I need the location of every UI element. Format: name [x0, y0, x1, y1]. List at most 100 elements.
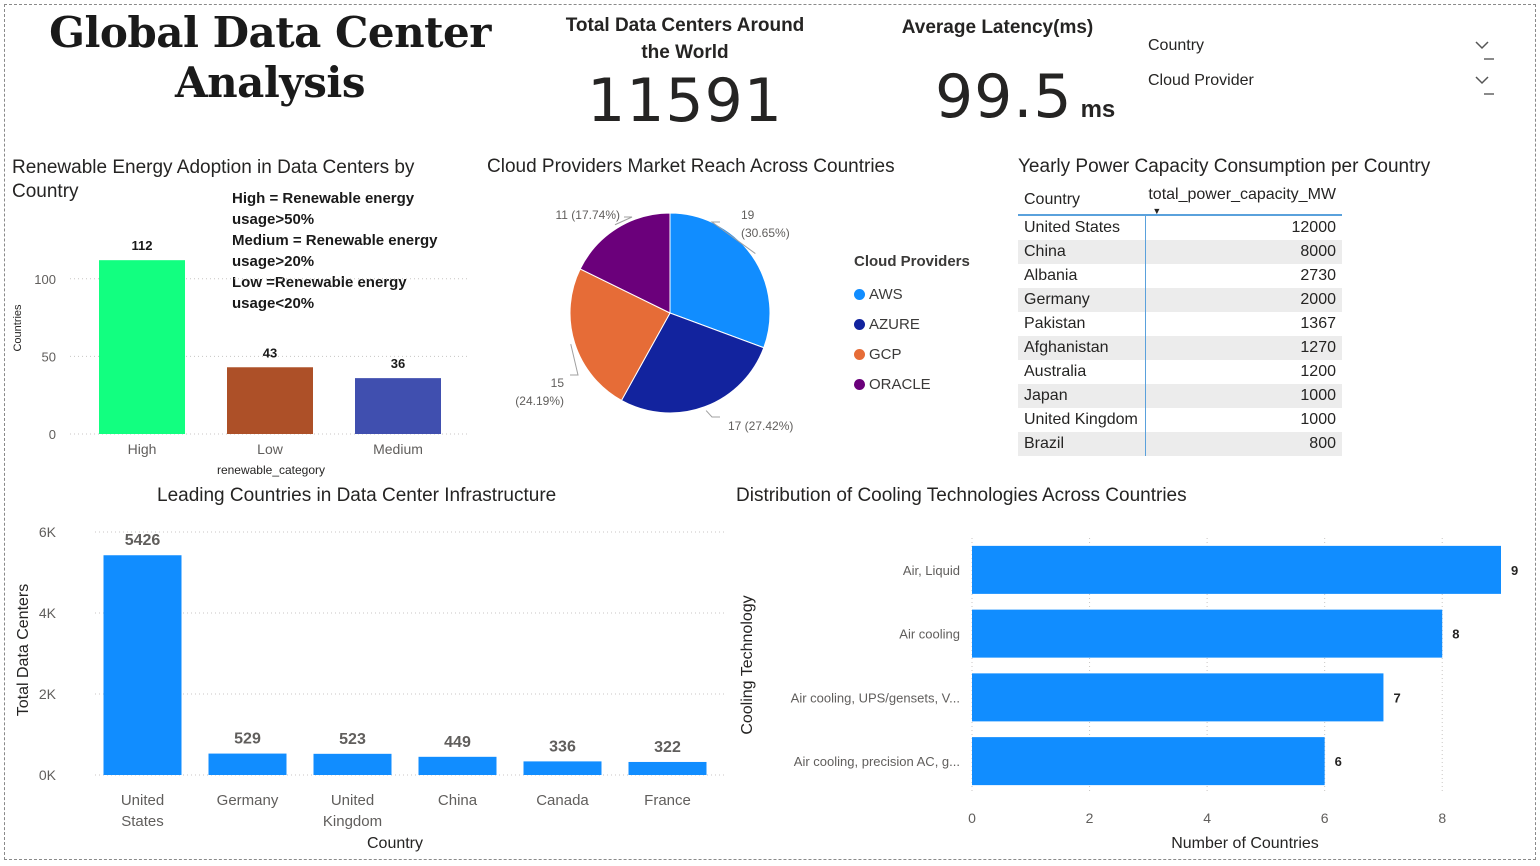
- providers-legend: Cloud Providers AWS AZURE GCP ORACLE: [854, 253, 970, 399]
- cooling-technology-bar-chart[interactable]: 0 2 4 6 8 9 Air, Liquid 8 Air cooling 7 Air coolin…: [730, 510, 1530, 860]
- x-tick-label: 4: [1203, 810, 1211, 826]
- total-data-centers-value: 11591: [587, 66, 783, 136]
- cell-country: United Kingdom: [1018, 408, 1146, 432]
- bar-canada[interactable]: [523, 761, 602, 775]
- column-header-country[interactable]: Country: [1018, 186, 1142, 214]
- x-axis-label: renewable_category: [217, 463, 325, 477]
- y-tick-label: 50: [42, 349, 56, 364]
- x-tick-label: United Kingdom: [323, 792, 382, 830]
- bar-france[interactable]: [628, 761, 707, 775]
- cloud-provider-slicer-label: Cloud Provider: [1148, 72, 1254, 89]
- column-header-power-label: total_power_capacity_MW: [1148, 186, 1336, 203]
- table-row[interactable]: Pakistan 1367: [1018, 312, 1342, 336]
- x-tick-label: Low: [257, 441, 284, 457]
- bar-medium[interactable]: [355, 378, 441, 434]
- legend-item-oracle[interactable]: ORACLE: [854, 369, 970, 399]
- x-tick-label: Medium: [373, 441, 423, 457]
- bar-cooling-3[interactable]: [972, 737, 1325, 786]
- average-latency-unit: ms: [1080, 96, 1116, 123]
- cell-country: United States: [1018, 216, 1146, 240]
- legend-item-aws[interactable]: AWS: [854, 279, 970, 309]
- leading-countries-bar-chart[interactable]: 0K 2K 4K 6K 5426 United States 529 Germany 523 Uni…: [0, 510, 740, 860]
- y-axis-label: Total Data Centers: [15, 584, 32, 717]
- slicer-underline: [1484, 58, 1494, 60]
- cell-country: Australia: [1018, 360, 1146, 384]
- bar-cooling-2[interactable]: [972, 673, 1384, 722]
- sort-descending-icon[interactable]: ▼: [1152, 206, 1161, 216]
- cell-country: Japan: [1018, 384, 1146, 408]
- cell-country: Afghanistan: [1018, 336, 1146, 360]
- bar-china[interactable]: [418, 756, 497, 775]
- bar-united-kingdom[interactable]: [313, 753, 392, 775]
- table-row[interactable]: Japan 1000: [1018, 384, 1342, 408]
- data-label: 43: [263, 345, 277, 360]
- x-tick-label: 0: [968, 810, 976, 826]
- data-label: 5426: [125, 532, 161, 549]
- cell-power: 800: [1309, 435, 1336, 452]
- leading-chart-title: Leading Countries in Data Center Infrast…: [157, 485, 557, 506]
- data-label: 322: [654, 739, 681, 756]
- bar-germany[interactable]: [208, 753, 287, 775]
- average-latency-value: 99.5: [935, 62, 1073, 132]
- chevron-down-icon[interactable]: [1474, 37, 1490, 53]
- x-axis-label: Country: [367, 835, 423, 852]
- table-row[interactable]: Germany 2000: [1018, 288, 1342, 312]
- bar-cooling-1[interactable]: [972, 609, 1443, 658]
- legend-label: ORACLE: [869, 375, 931, 393]
- bar-cooling-0[interactable]: [972, 545, 1501, 594]
- table-row[interactable]: Australia 1200: [1018, 360, 1342, 384]
- y-tick-label: Air, Liquid: [903, 563, 960, 578]
- data-label: 529: [234, 731, 261, 748]
- renewable-bar-chart[interactable]: 0 50 100 112 High 43 Low 36 Medium renewable_cate…: [0, 200, 480, 480]
- cell-country: Brazil: [1018, 432, 1146, 456]
- legend-item-azure[interactable]: AZURE: [854, 309, 970, 339]
- page-title: Global Data Center Analysis: [49, 8, 491, 107]
- cooling-chart-title: Distribution of Cooling Technologies Acr…: [736, 485, 1187, 506]
- legend-label: GCP: [869, 345, 902, 363]
- cell-country: China: [1018, 240, 1146, 264]
- bar-high[interactable]: [99, 260, 185, 434]
- cell-country: Albania: [1018, 264, 1146, 288]
- x-tick-label: High: [128, 441, 157, 457]
- pie-label-aws: 19 (30.65%): [741, 208, 790, 240]
- bar-low[interactable]: [227, 367, 313, 434]
- y-tick-label: Air cooling, precision AC, g...: [794, 754, 960, 769]
- data-label: 523: [339, 731, 366, 748]
- x-tick-label: 6: [1321, 810, 1329, 826]
- country-slicer[interactable]: Country: [1148, 37, 1498, 67]
- power-table[interactable]: Country total_power_capacity_MW ▼ United…: [1018, 182, 1342, 456]
- data-label: 8: [1452, 627, 1459, 642]
- chevron-down-icon[interactable]: [1474, 72, 1490, 88]
- table-row[interactable]: United States 12000: [1018, 216, 1342, 240]
- table-row[interactable]: Afghanistan 1270: [1018, 336, 1342, 360]
- table-body: United States 12000 China 8000 Albania 2730 Ge…: [1018, 216, 1342, 456]
- column-header-power[interactable]: total_power_capacity_MW ▼: [1142, 186, 1342, 216]
- y-tick-label: Air cooling, UPS/gensets, V...: [791, 690, 960, 705]
- legend-dot: [854, 348, 865, 360]
- power-table-title: Yearly Power Capacity Consumption per Co…: [1018, 156, 1431, 177]
- average-latency-label: Average Latency(ms): [901, 17, 1094, 38]
- table-row[interactable]: Brazil 800: [1018, 432, 1342, 456]
- pie-label-oracle: 11 (17.74%): [556, 208, 620, 222]
- y-tick-label: 0K: [39, 767, 57, 783]
- data-label: 36: [391, 356, 405, 371]
- legend-label: AZURE: [869, 315, 920, 333]
- cell-country: Germany: [1018, 288, 1146, 312]
- cell-power: 12000: [1291, 219, 1337, 236]
- table-row[interactable]: China 8000: [1018, 240, 1342, 264]
- table-row[interactable]: Albania 2730: [1018, 264, 1342, 288]
- cloud-provider-slicer[interactable]: Cloud Provider: [1148, 72, 1498, 102]
- data-label: 7: [1393, 690, 1400, 705]
- legend-dot: [854, 288, 865, 300]
- data-label: 449: [444, 734, 471, 751]
- bar-united-states[interactable]: [103, 555, 182, 775]
- data-label: 112: [132, 238, 153, 253]
- providers-pie-chart[interactable]: 19 (30.65%) 17 (27.42%) 15 (24.19%) 11 (17.74…: [490, 195, 840, 445]
- slicer-underline: [1484, 93, 1494, 95]
- legend-item-gcp[interactable]: GCP: [854, 339, 970, 369]
- x-tick-label: China: [438, 792, 478, 809]
- table-row[interactable]: United Kingdom 1000: [1018, 408, 1342, 432]
- table-header: Country total_power_capacity_MW ▼: [1018, 182, 1342, 216]
- x-tick-label: France: [644, 792, 691, 809]
- x-tick-label: 2: [1086, 810, 1094, 826]
